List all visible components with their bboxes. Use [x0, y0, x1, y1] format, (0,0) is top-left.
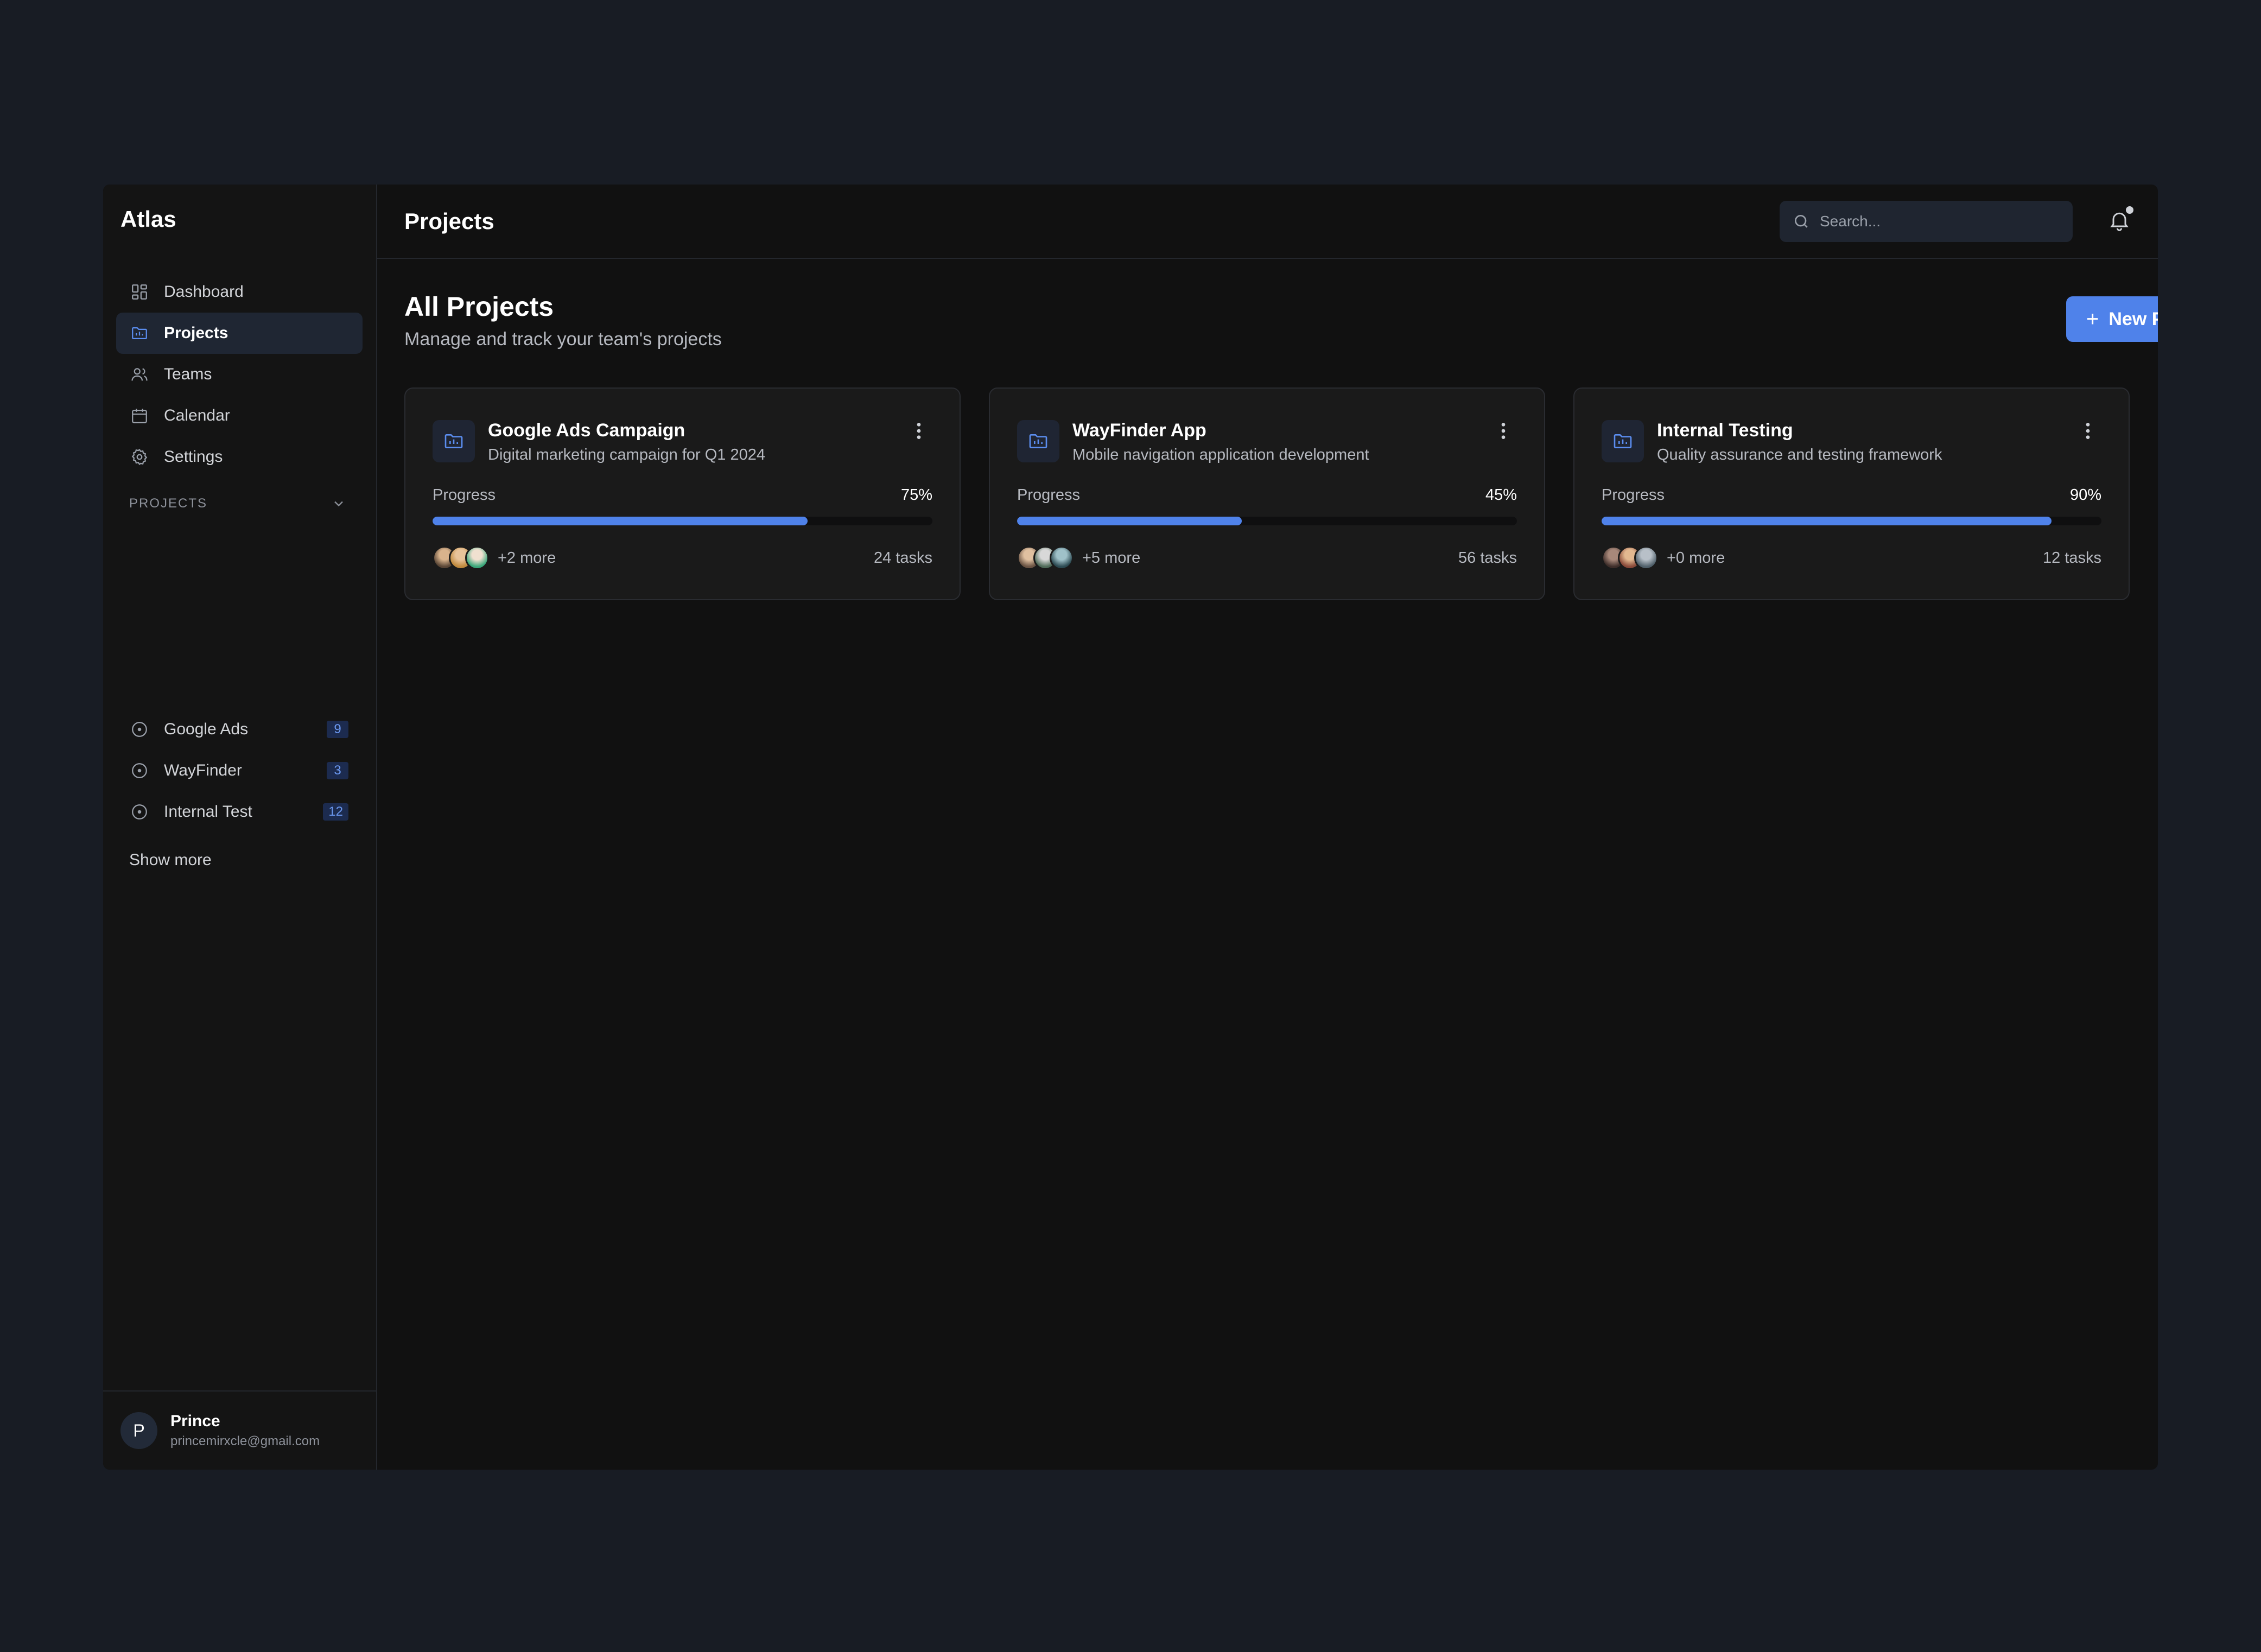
task-count: 24 tasks — [874, 549, 932, 567]
progress-fill — [433, 517, 808, 525]
project-card[interactable]: WayFinder App Mobile navigation applicat… — [989, 387, 1545, 600]
folder-icon — [1017, 420, 1059, 462]
progress-label: Progress — [433, 486, 496, 504]
folder-icon — [1602, 420, 1644, 462]
sidebar-project-internal-test[interactable]: Internal Test 12 — [116, 791, 363, 833]
projects-section-header[interactable]: PROJECTS — [129, 496, 346, 511]
progress-percent: 45% — [1485, 486, 1517, 504]
sidebar-item-label: Teams — [164, 365, 212, 383]
users-icon — [131, 368, 148, 381]
more-members: +5 more — [1082, 549, 1141, 567]
sidebar-item-label: Dashboard — [164, 283, 244, 301]
progress-fill — [1602, 517, 2052, 525]
sidebar-project-label: Google Ads — [164, 720, 249, 738]
sidebar-item-projects[interactable]: Projects — [116, 313, 363, 354]
member-avatars[interactable]: +0 more — [1602, 546, 1725, 570]
sidebar-item-calendar[interactable]: Calendar — [116, 395, 363, 436]
sidebar: Atlas Dashboard Projects Teams Calendar … — [103, 185, 377, 1470]
project-cards: Google Ads Campaign Digital marketing ca… — [404, 387, 2130, 600]
page-title: All Projects — [404, 291, 554, 322]
count-badge: 3 — [327, 762, 348, 779]
progress-fill — [1017, 517, 1242, 525]
sidebar-item-dashboard[interactable]: Dashboard — [116, 271, 363, 313]
dashboard-icon — [132, 284, 147, 300]
sidebar-item-label: Calendar — [164, 406, 230, 424]
more-members: +0 more — [1667, 549, 1725, 567]
projects-list: Google Ads 9 WayFinder 3 Internal Test 1… — [116, 709, 363, 833]
progress-percent: 75% — [900, 486, 932, 504]
sidebar-item-label: Settings — [164, 448, 223, 466]
progress-percent: 90% — [2069, 486, 2101, 504]
member-avatars[interactable]: +2 more — [433, 546, 556, 570]
project-card[interactable]: Internal Testing Quality assurance and t… — [1573, 387, 2130, 600]
progress-bar — [1017, 517, 1517, 525]
search-input[interactable] — [1820, 213, 2059, 230]
notifications-button[interactable] — [2103, 204, 2136, 237]
sidebar-item-teams[interactable]: Teams — [116, 354, 363, 395]
more-options-icon[interactable] — [911, 420, 927, 442]
card-title: Google Ads Campaign — [488, 420, 685, 441]
folder-icon — [433, 420, 475, 462]
more-members: +2 more — [498, 549, 556, 567]
search-box[interactable] — [1780, 201, 2073, 242]
sidebar-project-wayfinder[interactable]: WayFinder 3 — [116, 750, 363, 791]
task-count: 12 tasks — [2043, 549, 2101, 567]
plus-icon: + — [2086, 307, 2099, 331]
count-badge: 9 — [327, 721, 348, 738]
project-card[interactable]: Google Ads Campaign Digital marketing ca… — [404, 387, 961, 600]
more-options-icon[interactable] — [1495, 420, 1511, 442]
progress-label: Progress — [1602, 486, 1665, 504]
new-project-label: New Project — [2108, 308, 2158, 329]
gear-icon — [131, 448, 148, 466]
card-description: Digital marketing campaign for Q1 2024 — [488, 446, 765, 463]
avatar — [465, 546, 489, 570]
brand-logo: Atlas — [120, 206, 176, 232]
progress-label: Progress — [1017, 486, 1081, 504]
card-description: Quality assurance and testing framework — [1657, 446, 1942, 463]
user-name: Prince — [170, 1412, 220, 1430]
project-circle-icon — [132, 763, 147, 778]
notification-dot — [2126, 206, 2133, 214]
project-circle-icon — [132, 722, 147, 737]
avatar — [1634, 546, 1658, 570]
sidebar-project-label: WayFinder — [164, 761, 242, 779]
project-circle-icon — [132, 804, 147, 819]
member-avatars[interactable]: +5 more — [1017, 546, 1140, 570]
new-project-button[interactable]: + New Project — [2066, 296, 2158, 342]
card-description: Mobile navigation application developmen… — [1072, 446, 1369, 463]
card-title: Internal Testing — [1657, 420, 1793, 441]
chevron-down-icon[interactable] — [331, 496, 346, 511]
page-heading: All Projects Manage and track your team'… — [404, 291, 722, 350]
main-content: Projects All Projects Manage and track y… — [377, 185, 2158, 1470]
top-bar: Projects — [377, 185, 2158, 259]
sidebar-project-label: Internal Test — [164, 803, 252, 821]
sidebar-project-google-ads[interactable]: Google Ads 9 — [116, 709, 363, 750]
main-nav: Dashboard Projects Teams Calendar Settin… — [116, 271, 363, 478]
task-count: 56 tasks — [1458, 549, 1517, 567]
avatar: P — [120, 1412, 157, 1449]
page-subtitle: Manage and track your team's projects — [404, 329, 722, 350]
user-profile[interactable]: P Prince princemirxcle@gmail.com — [103, 1390, 376, 1470]
card-title: WayFinder App — [1072, 420, 1206, 441]
more-options-icon[interactable] — [2080, 420, 2096, 442]
avatar — [1050, 546, 1074, 570]
header-title: Projects — [404, 208, 494, 234]
sidebar-item-label: Projects — [164, 324, 228, 342]
search-icon — [1795, 215, 1808, 228]
app-window: Atlas Dashboard Projects Teams Calendar … — [103, 185, 2158, 1470]
user-email: princemirxcle@gmail.com — [170, 1434, 320, 1448]
count-badge: 12 — [323, 803, 348, 821]
calendar-icon — [132, 409, 147, 423]
progress-bar — [433, 517, 932, 525]
section-title: PROJECTS — [129, 496, 208, 511]
progress-bar — [1602, 517, 2101, 525]
sidebar-item-settings[interactable]: Settings — [116, 436, 363, 478]
show-more-link[interactable]: Show more — [129, 851, 212, 869]
folder-icon — [132, 327, 147, 340]
